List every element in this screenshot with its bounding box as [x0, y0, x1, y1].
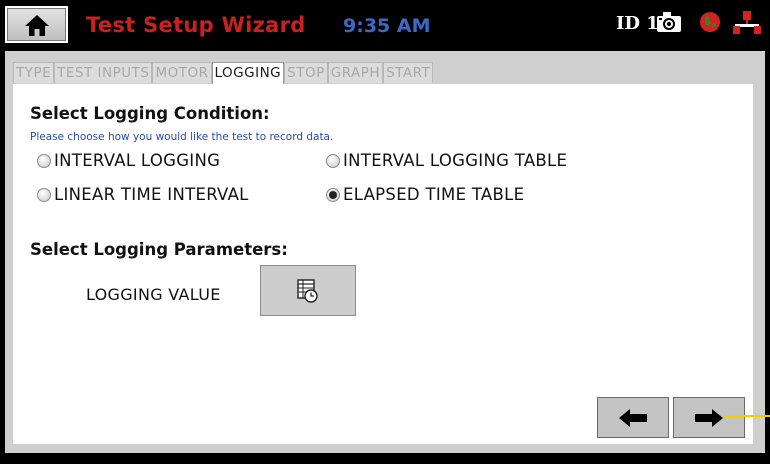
- logging-value-button[interactable]: [260, 265, 356, 316]
- radio-elapsed-time-table[interactable]: [326, 187, 340, 202]
- header-bar: Test Setup Wizard 9:35 AM ID 1: [0, 0, 770, 51]
- logging-condition-title: Select Logging Condition:: [30, 104, 270, 123]
- wizard-tabs: TYPE TEST INPUTS MOTOR LOGGING STOP GRAP…: [13, 62, 434, 85]
- tab-logging[interactable]: LOGGING: [211, 62, 285, 85]
- option-interval-logging[interactable]: INTERVAL LOGGING: [37, 151, 220, 170]
- option-label: ELAPSED TIME TABLE: [343, 185, 525, 204]
- next-button[interactable]: [673, 397, 745, 438]
- tab-motor[interactable]: MOTOR: [152, 62, 212, 83]
- option-linear-time-interval[interactable]: LINEAR TIME INTERVAL: [37, 185, 249, 204]
- app-title: Test Setup Wizard: [86, 13, 306, 37]
- status-globe-icon[interactable]: [699, 11, 721, 33]
- app-window: Test Setup Wizard 9:35 AM ID 1 TYPE TEST…: [0, 0, 770, 464]
- radio-interval-logging[interactable]: [37, 153, 51, 168]
- station-id: ID 1: [616, 13, 659, 34]
- tab-test-inputs[interactable]: TEST INPUTS: [54, 62, 153, 83]
- tab-type[interactable]: TYPE: [13, 62, 55, 83]
- option-label: LINEAR TIME INTERVAL: [54, 185, 249, 204]
- radio-interval-logging-table[interactable]: [326, 153, 340, 168]
- tab-graph[interactable]: GRAPH: [327, 62, 384, 83]
- arrow-right-icon: [695, 408, 723, 427]
- tab-stop[interactable]: STOP: [284, 62, 328, 83]
- option-interval-logging-table[interactable]: INTERVAL LOGGING TABLE: [326, 151, 567, 170]
- clock: 9:35 AM: [343, 15, 431, 37]
- option-elapsed-time-table[interactable]: ELAPSED TIME TABLE: [326, 185, 524, 204]
- logging-parameters-title: Select Logging Parameters:: [30, 240, 288, 259]
- home-button[interactable]: [5, 6, 68, 43]
- option-label: INTERVAL LOGGING: [54, 151, 221, 170]
- logging-value-label: LOGGING VALUE: [86, 285, 221, 304]
- tab-start[interactable]: START: [383, 62, 434, 83]
- callout-line: [723, 415, 770, 417]
- frame-right-border: [765, 51, 770, 464]
- back-button[interactable]: [597, 397, 669, 438]
- logging-condition-hint: Please choose how you would like the tes…: [30, 131, 334, 143]
- radio-linear-time-interval[interactable]: [37, 187, 51, 202]
- frame-bottom-border: [0, 453, 770, 464]
- option-label: INTERVAL LOGGING TABLE: [343, 151, 568, 170]
- table-clock-icon: [297, 278, 318, 303]
- arrow-left-icon: [619, 408, 647, 427]
- logging-content: Select Logging Condition: Please choose …: [13, 84, 753, 444]
- camera-icon[interactable]: [656, 11, 682, 33]
- network-icon[interactable]: [731, 10, 763, 36]
- home-icon: [24, 14, 49, 36]
